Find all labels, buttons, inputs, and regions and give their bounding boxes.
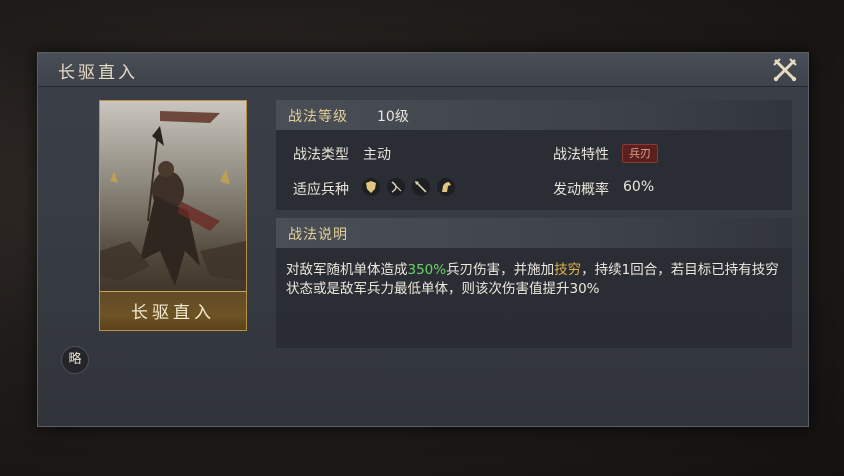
card-name-bar: 长驱直入 bbox=[100, 291, 246, 330]
description-seg3: 兵刃伤害，并施加 bbox=[446, 262, 555, 278]
title-bar: 长驱直入 bbox=[38, 53, 808, 87]
strategy-badge: 略 bbox=[61, 346, 89, 374]
chance-label: 发动概率 bbox=[553, 182, 609, 198]
skill-stats-panel: 战法等级 10级 战法类型 主动 战法特性 兵刃 适应兵种 发动概率 60% bbox=[276, 100, 792, 210]
skill-detail-dialog: 长驱直入 长驱直入 略 战法等级 10级 战法类型 主动 战法特性 兵刃 适应兵… bbox=[37, 52, 809, 427]
level-header: 战法等级 10级 bbox=[276, 100, 792, 130]
damage-percent: 350% bbox=[407, 262, 447, 278]
skill-description-panel: 战法说明 对敌军随机单体造成350%兵刃伤害，并施加技穷，持续1回合，若目标已持… bbox=[276, 218, 792, 348]
trait-badge: 兵刃 bbox=[622, 144, 658, 163]
crossed-swords-close-icon[interactable] bbox=[772, 57, 798, 83]
spear-troop-icon bbox=[412, 178, 430, 196]
description-seg1: 对敌军随机单体造成 bbox=[286, 262, 408, 278]
shield-troop-icon bbox=[362, 178, 380, 196]
bow-troop-icon bbox=[387, 178, 405, 196]
description-label: 战法说明 bbox=[288, 227, 348, 243]
close-button[interactable] bbox=[772, 57, 798, 83]
type-label: 战法类型 bbox=[293, 147, 349, 163]
card-name: 长驱直入 bbox=[131, 303, 215, 323]
dialog-title: 长驱直入 bbox=[58, 63, 138, 83]
status-keyword: 技穷 bbox=[554, 262, 582, 278]
type-value: 主动 bbox=[363, 147, 391, 163]
level-value: 10级 bbox=[377, 109, 409, 125]
cavalry-troop-icon bbox=[437, 178, 455, 196]
description-text: 对敌军随机单体造成350%兵刃伤害，并施加技穷，持续1回合，若目标已持有技穷状态… bbox=[286, 261, 780, 299]
troops-label: 适应兵种 bbox=[293, 182, 349, 198]
skill-card: 长驱直入 bbox=[99, 100, 247, 331]
description-header: 战法说明 bbox=[276, 218, 792, 248]
chance-value: 60% bbox=[623, 179, 655, 195]
trait-label: 战法特性 bbox=[553, 147, 609, 163]
level-label: 战法等级 bbox=[288, 109, 348, 125]
